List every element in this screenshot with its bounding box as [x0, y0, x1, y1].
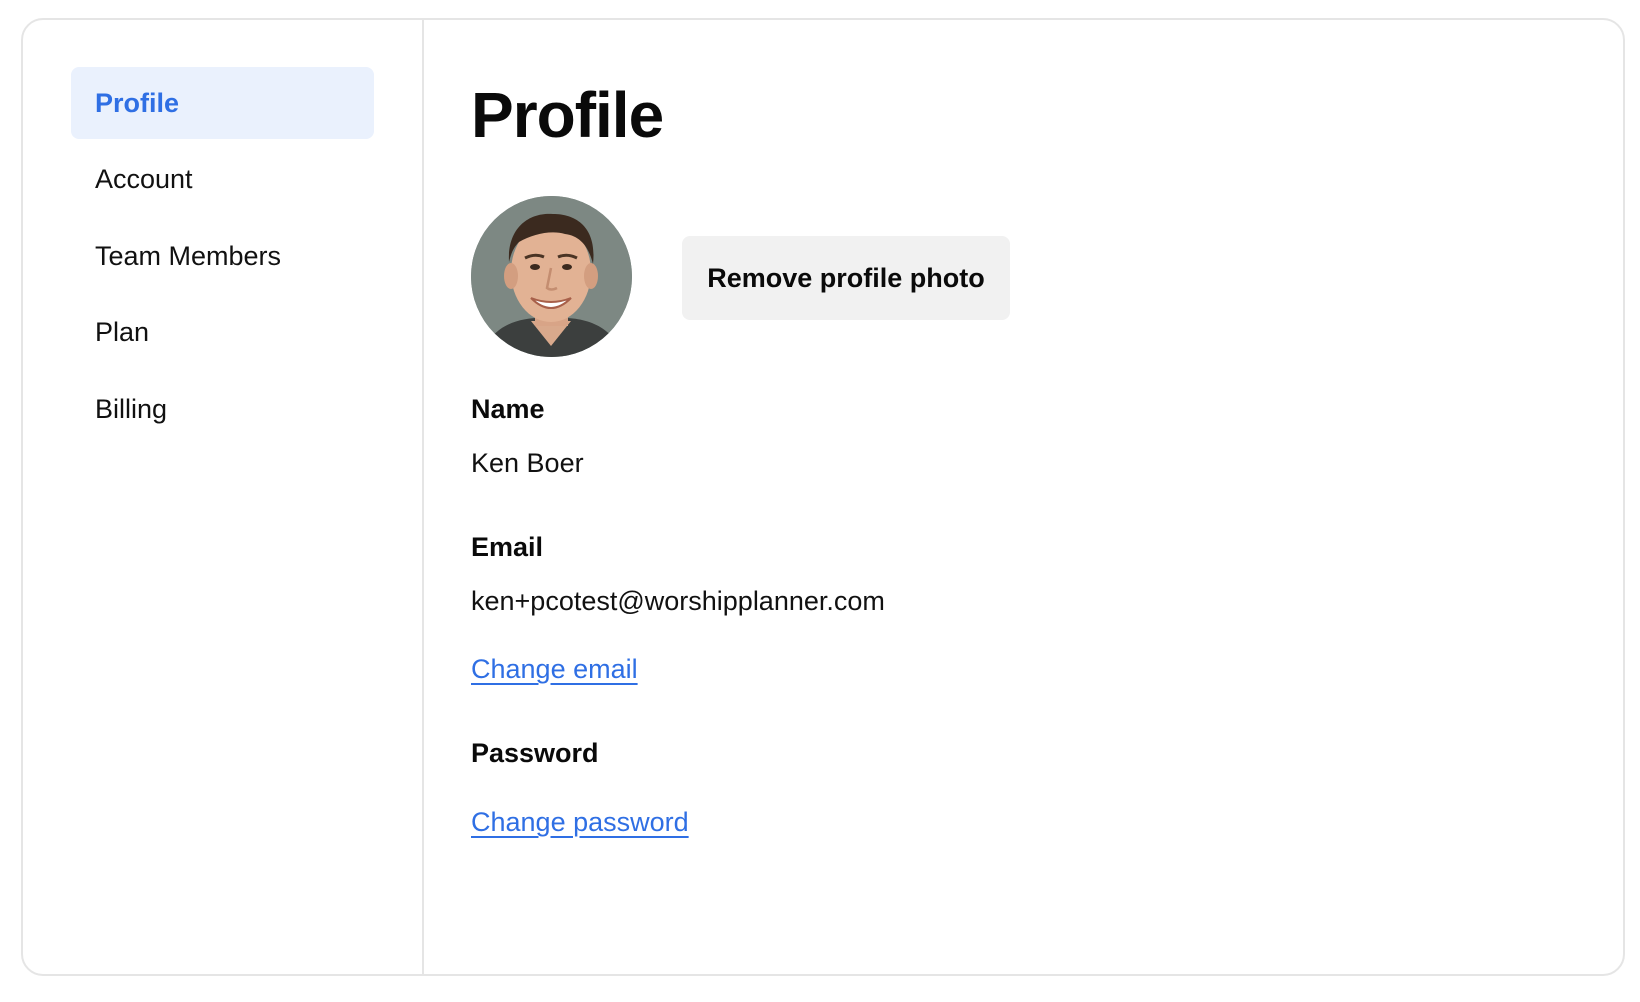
sidebar-item-profile[interactable]: Profile	[71, 67, 374, 139]
sidebar-item-billing[interactable]: Billing	[71, 373, 374, 445]
profile-main: Profile Remove profile photo Name Ken Bo…	[424, 20, 1623, 974]
change-email-link[interactable]: Change email	[471, 654, 638, 685]
avatar	[471, 196, 632, 357]
settings-sidebar: Profile Account Team Members Plan Billin…	[23, 20, 424, 974]
change-password-link[interactable]: Change password	[471, 807, 689, 838]
email-value: ken+pcotest@worshipplanner.com	[471, 586, 885, 616]
name-value: Ken Boer	[471, 448, 584, 478]
name-label: Name	[471, 394, 545, 424]
page-title: Profile	[471, 79, 664, 151]
password-label: Password	[471, 738, 599, 768]
avatar-portrait-icon	[471, 196, 632, 357]
sidebar-item-team-members[interactable]: Team Members	[71, 220, 374, 292]
sidebar-item-account[interactable]: Account	[71, 143, 374, 215]
sidebar-item-plan[interactable]: Plan	[71, 296, 374, 368]
email-label: Email	[471, 532, 544, 562]
remove-profile-photo-button[interactable]: Remove profile photo	[682, 236, 1010, 320]
settings-card: Profile Account Team Members Plan Billin…	[21, 18, 1625, 976]
